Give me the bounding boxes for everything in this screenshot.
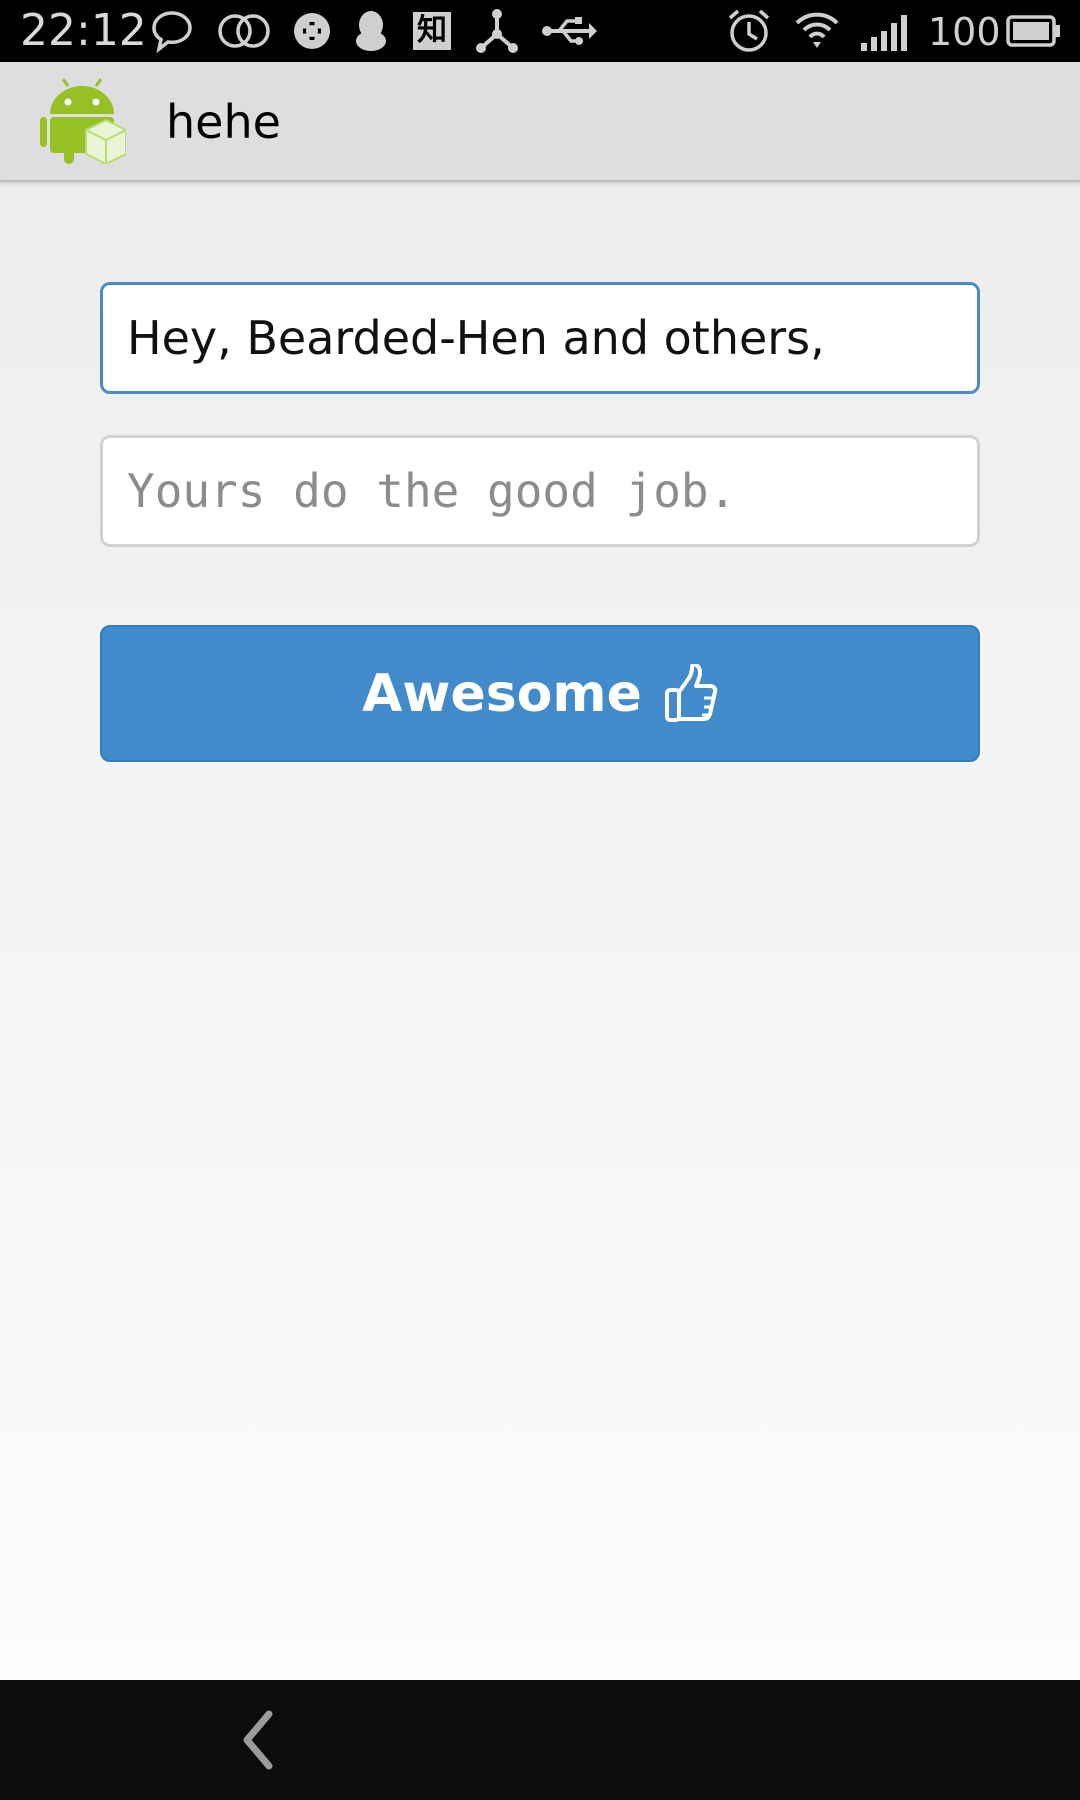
zhihu-icon: 知 xyxy=(410,8,454,54)
usb-icon xyxy=(540,8,598,54)
back-button[interactable] xyxy=(225,1700,305,1780)
battery-icon xyxy=(1006,8,1062,54)
navigation-bar xyxy=(0,1680,1080,1800)
status-time: 22:12 xyxy=(20,5,147,56)
greeting-input[interactable]: Hey, Bearded-Hen and others, xyxy=(100,282,980,394)
zhihu-glyph: 知 xyxy=(413,12,451,50)
sync-icon xyxy=(290,8,334,54)
double-circle-icon xyxy=(216,8,272,54)
wifi-icon xyxy=(794,8,840,54)
thumbs-up-icon xyxy=(664,663,718,724)
action-bar: hehe xyxy=(0,62,1080,182)
chat-bubble-icon xyxy=(148,8,196,54)
page-title: hehe xyxy=(166,95,281,149)
battery-level: 100 xyxy=(928,10,1001,54)
status-bar: 22:12 知 100 xyxy=(0,0,1080,62)
network-hub-icon xyxy=(472,8,522,54)
android-app-icon[interactable] xyxy=(40,78,127,166)
back-chevron-icon xyxy=(243,1710,273,1770)
alarm-icon xyxy=(726,8,772,54)
awesome-button-label: Awesome xyxy=(362,663,642,724)
message-input[interactable]: Yours do the good job. xyxy=(100,435,980,547)
awesome-button[interactable]: Awesome xyxy=(100,625,980,762)
message-input-placeholder: Yours do the good job. xyxy=(127,464,737,518)
greeting-input-value: Hey, Bearded-Hen and others, xyxy=(127,311,825,365)
qq-penguin-icon xyxy=(350,8,392,54)
signal-icon xyxy=(858,8,914,54)
